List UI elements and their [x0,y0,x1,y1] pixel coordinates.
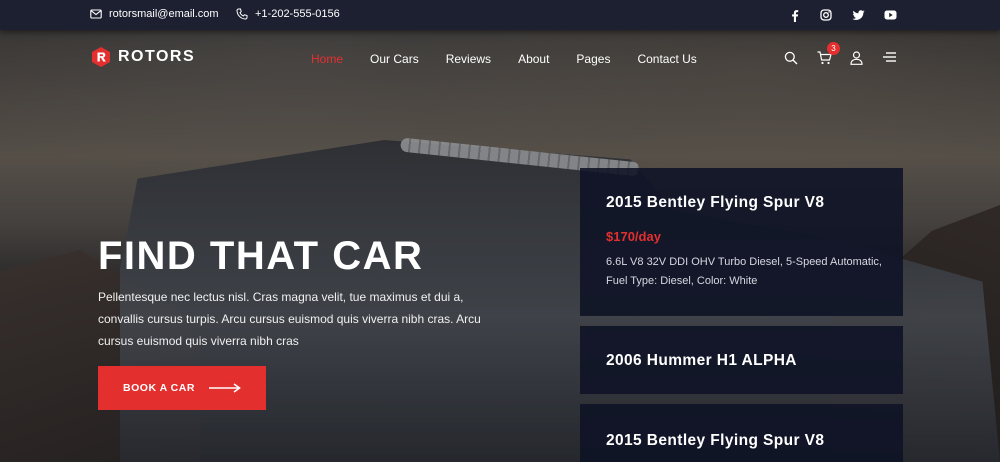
instagram-icon[interactable] [819,8,833,22]
car-card-title[interactable]: 2006 Hummer H1 ALPHA [606,352,797,370]
nav-item-pages[interactable]: Pages [576,52,610,66]
mail-icon [90,9,102,19]
car-card[interactable]: 2015 Bentley Flying Spur V8 [580,404,903,462]
nav-item-contact-us[interactable]: Contact Us [637,52,696,66]
car-card-specs: 6.6L V8 32V DDI OHV Turbo Diesel, 5-Spee… [606,256,882,287]
book-a-car-label: BOOK A CAR [123,382,195,394]
cart-count-badge: 3 [827,42,840,55]
car-card-price: $170/day [606,229,661,244]
menu-icon[interactable] [883,51,898,66]
nav-actions: 3 [784,42,898,66]
cart-button[interactable]: 3 [817,42,840,66]
user-icon[interactable] [850,51,865,66]
contact-email[interactable]: rotorsmail@email.com [90,8,219,20]
contact-phone-text[interactable]: +1-202-555-0156 [255,8,340,20]
book-a-car-button[interactable]: BOOK A CAR [98,366,266,410]
arrow-right-icon [208,383,241,393]
brand-name: ROTORS [118,48,196,65]
nav-item-our-cars[interactable]: Our Cars [370,52,419,66]
car-card[interactable]: 2015 Bentley Flying Spur V8 $170/day 6.6… [580,168,903,316]
car-card-title[interactable]: 2015 Bentley Flying Spur V8 [606,432,824,450]
twitter-icon[interactable] [851,8,865,22]
contact-email-text[interactable]: rotorsmail@email.com [109,8,219,20]
contact-phone[interactable]: +1-202-555-0156 [236,8,340,20]
phone-icon [236,8,248,20]
car-card[interactable]: 2006 Hummer H1 ALPHA [580,326,903,394]
top-bar: rotorsmail@email.com +1-202-555-0156 [0,0,1000,30]
search-icon[interactable] [784,51,799,66]
hero-title: FIND THAT CAR [98,234,424,278]
nav-item-about[interactable]: About [518,52,549,66]
brand-logo[interactable]: ROTORS [90,46,195,68]
social-links [787,8,897,22]
nav-item-reviews[interactable]: Reviews [446,52,491,66]
youtube-icon[interactable] [883,8,897,22]
main-navigation: ROTORS Home Our Cars Reviews About Pages… [0,42,1000,74]
hero-description: Pellentesque nec lectus nisl. Cras magna… [98,290,481,348]
nav-menu: Home Our Cars Reviews About Pages Contac… [311,52,724,66]
facebook-icon[interactable] [787,8,801,22]
car-card-title[interactable]: 2015 Bentley Flying Spur V8 [606,194,824,212]
nav-item-home[interactable]: Home [311,52,343,66]
logo-mark-icon [92,47,110,67]
